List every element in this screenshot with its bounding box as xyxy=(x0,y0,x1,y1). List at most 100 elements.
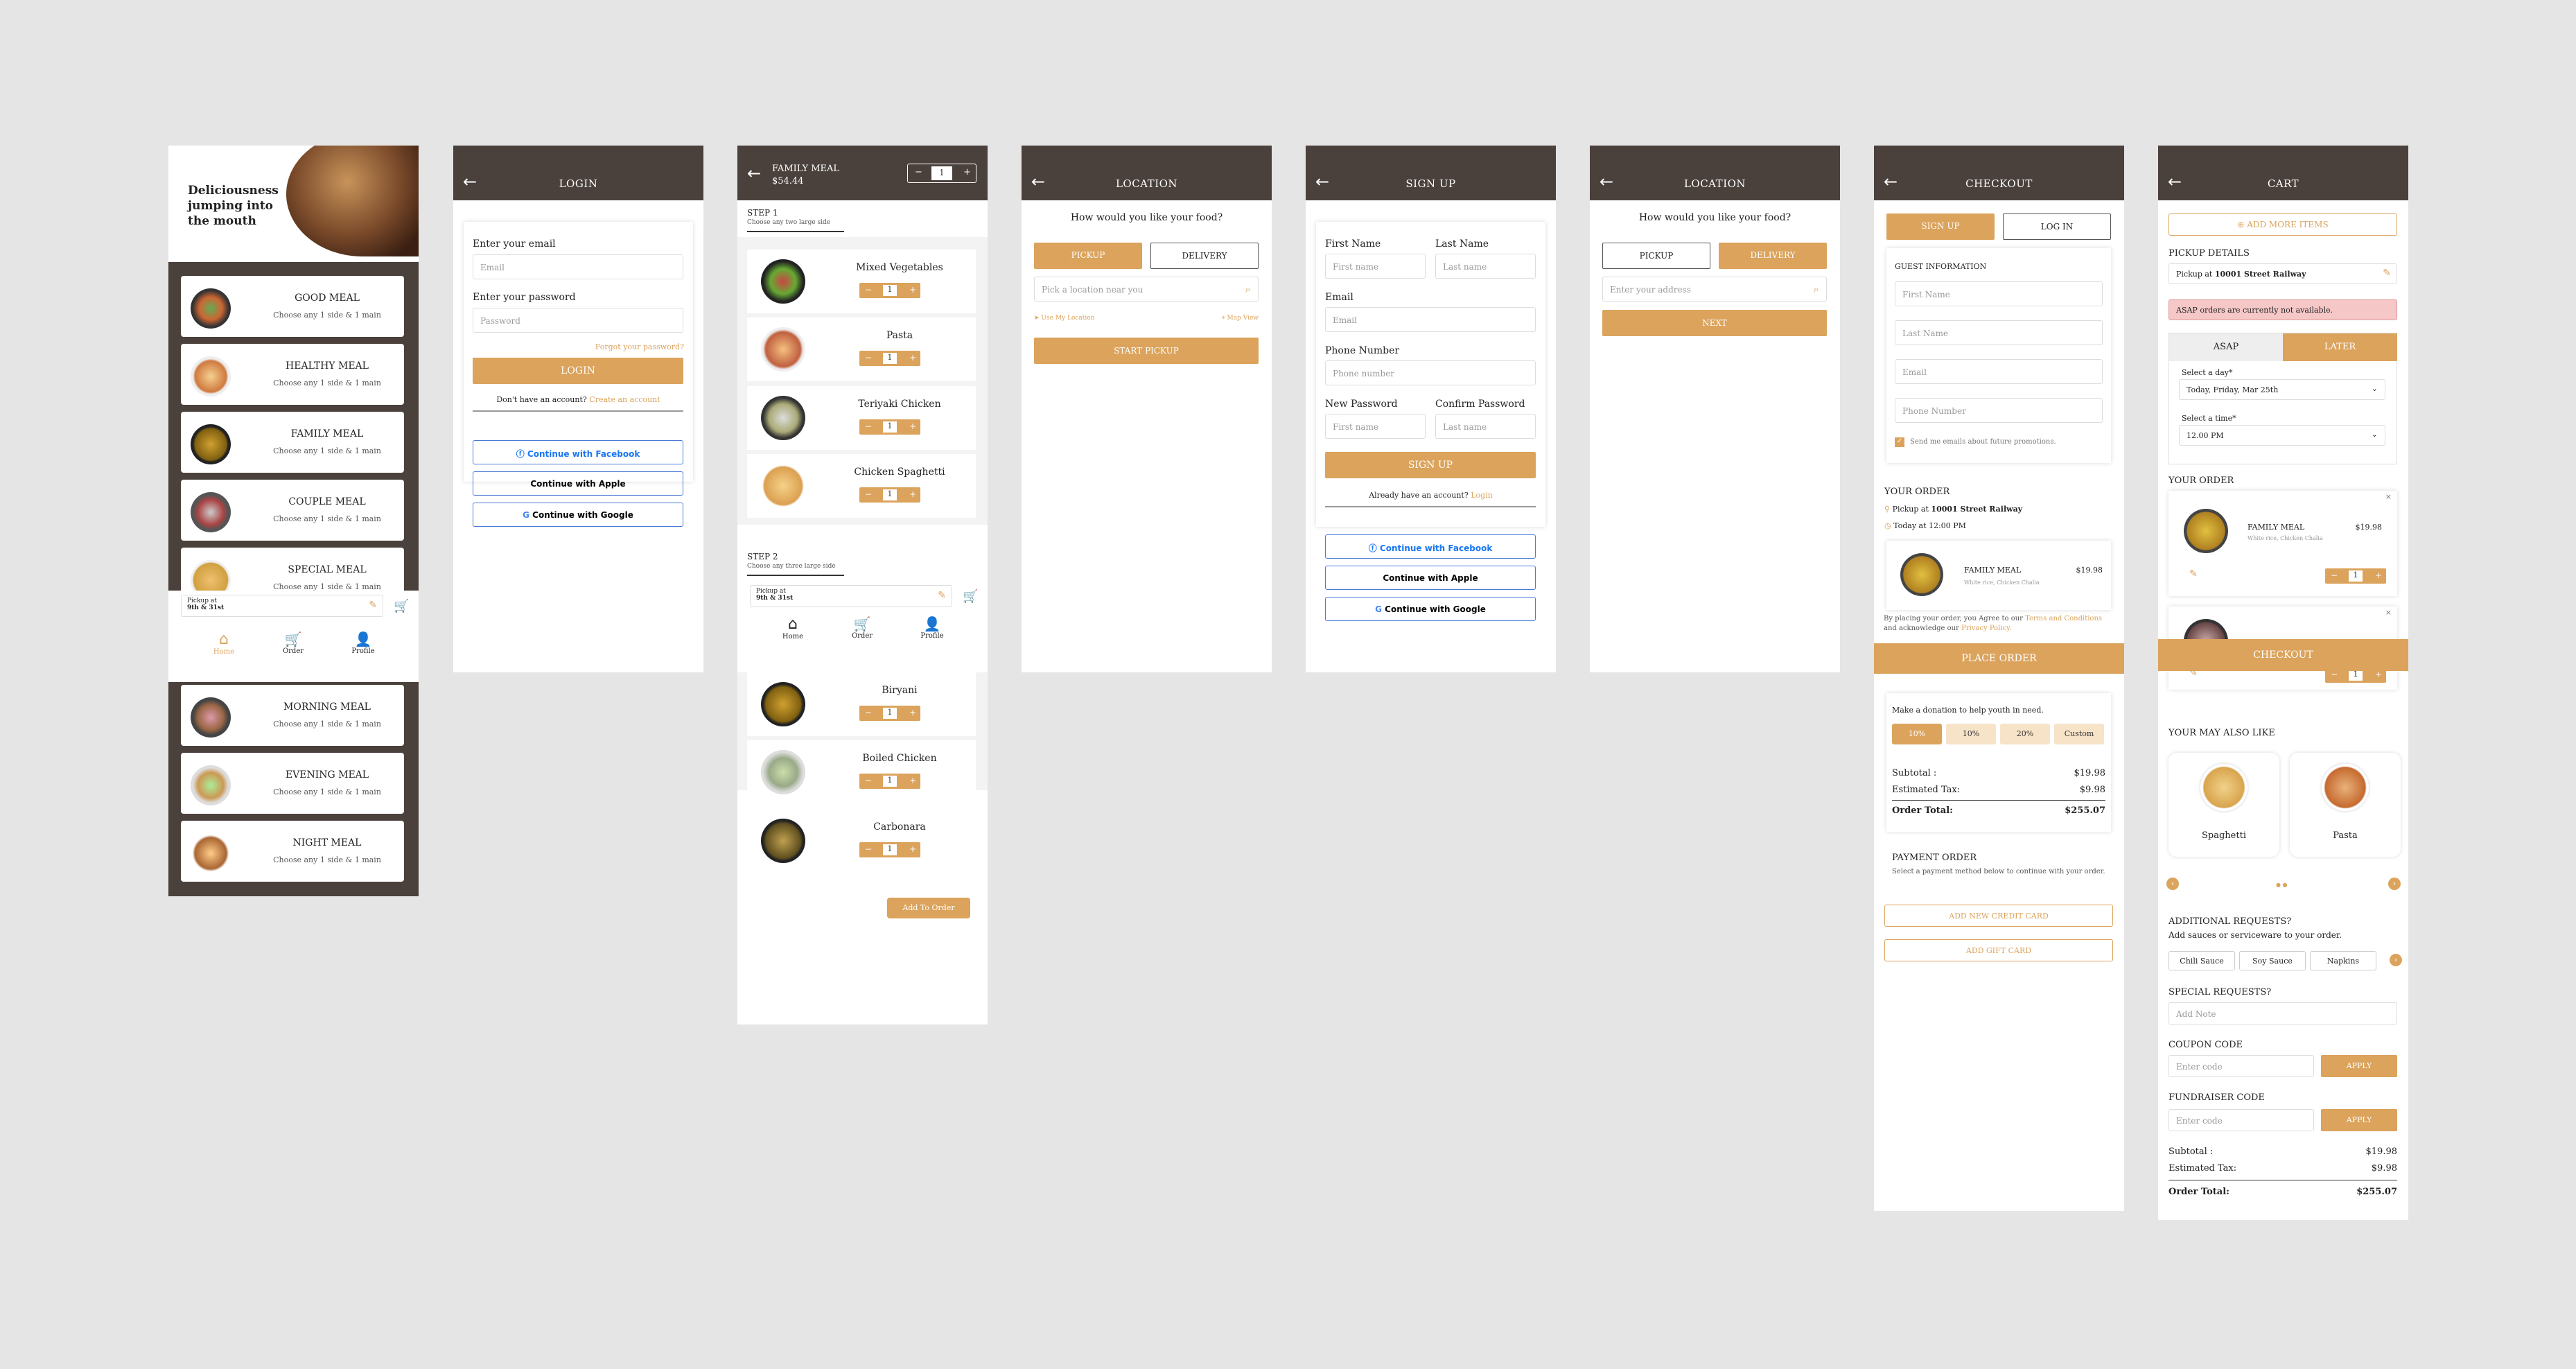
phone-input[interactable]: Phone number xyxy=(1325,360,1536,385)
google-button[interactable]: G Continue with Google xyxy=(473,503,683,527)
signup-button[interactable]: SIGN UP xyxy=(1325,452,1536,478)
first-name-input[interactable]: First Name xyxy=(1895,281,2103,306)
nav-profile[interactable]: 👤 Profile xyxy=(349,631,377,655)
qty-stepper[interactable]: −1 + xyxy=(859,774,920,789)
login-tab[interactable]: LOG IN xyxy=(2003,213,2111,240)
search-icon[interactable]: ⌕ xyxy=(1245,283,1251,295)
pickup-location-field[interactable]: Pickup at 9th & 31st ✎ xyxy=(181,595,383,617)
header-qty-stepper[interactable]: − 1 + xyxy=(907,164,976,183)
meal-card[interactable]: EVENING MEAL Choose any 1 side & 1 main xyxy=(181,753,404,814)
fundraiser-apply-button[interactable]: APPLY xyxy=(2321,1109,2397,1131)
add-to-order-button[interactable]: Add To Order xyxy=(887,898,970,918)
forgot-password-link[interactable]: Forgot your password? xyxy=(595,342,684,351)
email-input[interactable]: Email xyxy=(1895,359,2103,384)
facebook-button[interactable]: ⓕ Continue with Facebook xyxy=(473,440,683,464)
pencil-icon[interactable]: ✎ xyxy=(2383,268,2391,279)
last-name-input[interactable]: Last name xyxy=(1435,254,1536,279)
nav-profile[interactable]: 👤 Profile xyxy=(918,616,946,640)
pencil-icon[interactable]: ✎ xyxy=(938,590,946,601)
nav-home[interactable]: ⌂ Home xyxy=(210,631,238,656)
meal-option[interactable]: Pasta −1 + xyxy=(747,317,976,381)
back-arrow-icon[interactable]: ← xyxy=(747,165,761,182)
donation-option[interactable]: 20% xyxy=(2000,724,2050,744)
nav-order[interactable]: 🛒 Order xyxy=(279,631,307,655)
qty-stepper[interactable]: −1 + xyxy=(859,706,920,721)
fundraiser-input[interactable]: Enter code xyxy=(2168,1109,2314,1131)
create-account-link[interactable]: Create an account xyxy=(589,395,660,404)
day-select[interactable]: Today, Friday, Mar 25th ⌄ xyxy=(2179,379,2385,400)
new-password-input[interactable]: First name xyxy=(1325,414,1426,439)
meal-option[interactable]: Chicken Spaghetti −1 + xyxy=(747,454,976,518)
address-input[interactable]: Enter your address ⌕ xyxy=(1602,277,1827,302)
pickup-location-field[interactable]: Pickup at 9th & 31st ✎ xyxy=(750,585,952,607)
meal-option[interactable]: Boiled Chicken −1 + xyxy=(747,740,976,804)
cart-icon[interactable]: 🛒 xyxy=(963,589,978,604)
qty-stepper[interactable]: −1 + xyxy=(2325,568,2386,584)
terms-link[interactable]: Terms and Conditions xyxy=(2025,615,2102,622)
qty-stepper[interactable]: −1 + xyxy=(859,283,920,298)
cart-icon[interactable]: 🛒 xyxy=(394,599,409,613)
checkout-button[interactable]: CHECKOUT xyxy=(2158,639,2408,671)
place-order-button[interactable]: PLACE ORDER xyxy=(1874,643,2124,674)
apple-button[interactable]: Continue with Apple xyxy=(473,471,683,496)
donation-option[interactable]: Custom xyxy=(2054,724,2104,744)
chevron-right-icon[interactable]: › xyxy=(2390,954,2402,966)
meal-card[interactable]: GOOD MEAL Choose any 1 side & 1 main xyxy=(181,276,404,337)
suggestion-card-2[interactable]: Pasta xyxy=(2290,753,2401,857)
serviceware-chip[interactable]: Napkins xyxy=(2310,951,2376,970)
map-view-link[interactable]: ⌖ Map View xyxy=(1222,315,1259,322)
nav-home[interactable]: ⌂ Home xyxy=(779,616,807,640)
meal-card[interactable]: HEALTHY MEAL Choose any 1 side & 1 main xyxy=(181,344,404,405)
meal-card[interactable]: NIGHT MEAL Choose any 1 side & 1 main xyxy=(181,821,404,882)
pickup-toggle[interactable]: PICKUP xyxy=(1602,243,1710,269)
last-name-input[interactable]: Last Name xyxy=(1895,320,2103,345)
suggestion-card-1[interactable]: Spaghetti xyxy=(2168,753,2279,857)
qty-stepper[interactable]: −1 + xyxy=(859,351,920,366)
pickup-address-field[interactable]: Pickup at 10001 Street Railway ✎ xyxy=(2168,263,2397,284)
google-button[interactable]: G Continue with Google xyxy=(1325,597,1536,621)
add-gift-card-button[interactable]: ADD GIFT CARD xyxy=(1884,939,2113,961)
coupon-apply-button[interactable]: APPLY xyxy=(2321,1055,2397,1077)
close-icon[interactable]: × xyxy=(2385,492,2392,501)
donation-option[interactable]: 10% xyxy=(1946,724,1996,744)
start-pickup-button[interactable]: START PICKUP xyxy=(1034,338,1259,364)
delivery-toggle[interactable]: DELIVERY xyxy=(1719,243,1827,269)
login-link[interactable]: Login xyxy=(1471,491,1493,500)
promo-checkbox[interactable]: ✓ xyxy=(1895,437,1904,447)
pencil-icon[interactable]: ✎ xyxy=(369,600,377,611)
password-input[interactable]: Password xyxy=(473,308,683,333)
qty-stepper[interactable]: −1 + xyxy=(859,419,920,435)
meal-card[interactable]: FAMILY MEAL Choose any 1 side & 1 main xyxy=(181,412,404,473)
note-input[interactable]: Add Note xyxy=(2168,1002,2397,1024)
location-search-input[interactable]: Pick a location near you ⌕ xyxy=(1034,277,1259,302)
pencil-icon[interactable]: ✎ xyxy=(2189,568,2198,579)
email-input[interactable]: Email xyxy=(473,254,683,279)
chevron-left-icon[interactable]: ‹ xyxy=(2166,878,2179,890)
qty-stepper[interactable]: −1 + xyxy=(859,487,920,503)
search-icon[interactable]: ⌕ xyxy=(1814,283,1819,295)
facebook-button[interactable]: ⓕ Continue with Facebook xyxy=(1325,534,1536,559)
add-more-items-button[interactable]: ⊕ ADD MORE ITEMS xyxy=(2168,213,2397,236)
coupon-input[interactable]: Enter code xyxy=(2168,1055,2314,1077)
asap-tab[interactable]: ASAP xyxy=(2169,333,2283,361)
serviceware-chip[interactable]: Chili Sauce xyxy=(2168,951,2235,970)
donation-option[interactable]: 10% xyxy=(1892,724,1942,744)
use-location-link[interactable]: ➤ Use My Location xyxy=(1034,315,1094,322)
later-tab[interactable]: LATER xyxy=(2283,333,2397,361)
apple-button[interactable]: Continue with Apple xyxy=(1325,566,1536,590)
delivery-toggle[interactable]: DELIVERY xyxy=(1150,243,1259,269)
signup-tab[interactable]: SIGN UP xyxy=(1886,213,1995,240)
privacy-link[interactable]: Privacy Policy. xyxy=(1961,625,2012,632)
next-button[interactable]: NEXT xyxy=(1602,310,1827,336)
pickup-toggle[interactable]: PICKUP xyxy=(1034,243,1142,269)
time-select[interactable]: 12.00 PM ⌄ xyxy=(2179,425,2385,446)
add-credit-card-button[interactable]: ADD NEW CREDIT CARD xyxy=(1884,905,2113,927)
phone-input[interactable]: Phone Number xyxy=(1895,398,2103,423)
serviceware-chip[interactable]: Soy Sauce xyxy=(2239,951,2306,970)
meal-option[interactable]: Mixed Vegetables −1 + xyxy=(747,250,976,313)
close-icon[interactable]: × xyxy=(2385,608,2392,617)
meal-card[interactable]: MORNING MEAL Choose any 1 side & 1 main xyxy=(181,685,404,746)
meal-option[interactable]: Teriyaki Chicken −1 + xyxy=(747,386,976,450)
chevron-right-icon[interactable]: › xyxy=(2388,878,2401,890)
nav-order[interactable]: 🛒 Order xyxy=(848,616,876,640)
